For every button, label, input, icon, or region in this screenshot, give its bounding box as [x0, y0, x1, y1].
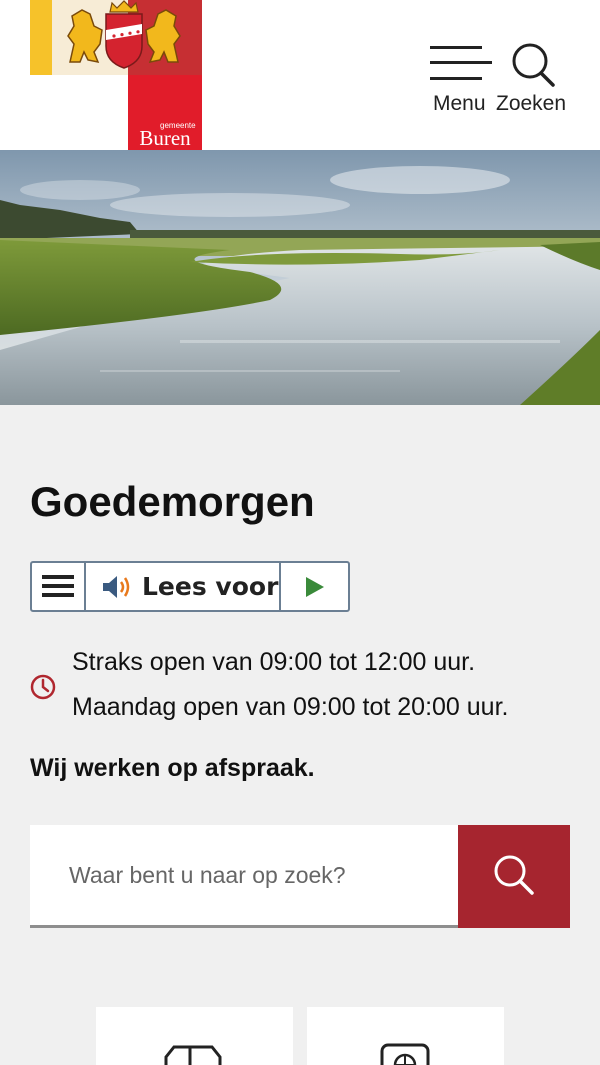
search-input[interactable] [30, 825, 458, 928]
globe-icon [380, 1043, 430, 1065]
search-submit-button[interactable] [458, 825, 570, 928]
site-header: gemeente Buren Menu Zoeken [0, 0, 600, 150]
appointment-notice: Wij werken op afspraak. [30, 754, 315, 782]
hamburger-line [42, 575, 74, 579]
hero-landscape-image [0, 150, 600, 405]
logo-yellow-block [30, 0, 52, 75]
play-icon [306, 577, 324, 597]
opening-hours-today: Straks open van 09:00 tot 12:00 uur. [72, 648, 476, 676]
hamburger-bar-middle [430, 61, 492, 64]
read-aloud-label: Lees voor [142, 572, 279, 601]
menu-label[interactable]: Menu [433, 92, 486, 116]
opening-hours-next: Maandag open van 09:00 tot 20:00 uur. [72, 693, 509, 721]
read-aloud-button[interactable]: Lees voor [86, 563, 281, 610]
search-label[interactable]: Zoeken [496, 92, 566, 116]
hamburger-line [42, 584, 74, 588]
gemeente-buren-logo[interactable]: gemeente Buren [30, 0, 202, 150]
hamburger-bar-bottom [430, 77, 482, 80]
site-search-form [30, 825, 570, 928]
greeting-heading: Goedemorgen [30, 478, 315, 525]
car-icon [164, 1045, 222, 1065]
read-aloud-play-button[interactable] [281, 563, 348, 610]
search-icon [512, 43, 555, 87]
service-tile-car[interactable] [96, 1007, 293, 1065]
coat-of-arms-icon [67, 0, 181, 69]
search-icon [494, 855, 534, 895]
header-search-button[interactable] [508, 40, 558, 90]
service-tile-globe[interactable] [307, 1007, 504, 1065]
read-aloud-menu-button[interactable] [32, 563, 86, 610]
speaker-icon [103, 575, 130, 598]
logo-buren-text: Buren [139, 126, 191, 150]
clock-icon [30, 674, 56, 700]
hamburger-line [42, 593, 74, 597]
read-aloud-widget: Lees voor [30, 561, 350, 612]
hamburger-bar-top [430, 46, 482, 49]
